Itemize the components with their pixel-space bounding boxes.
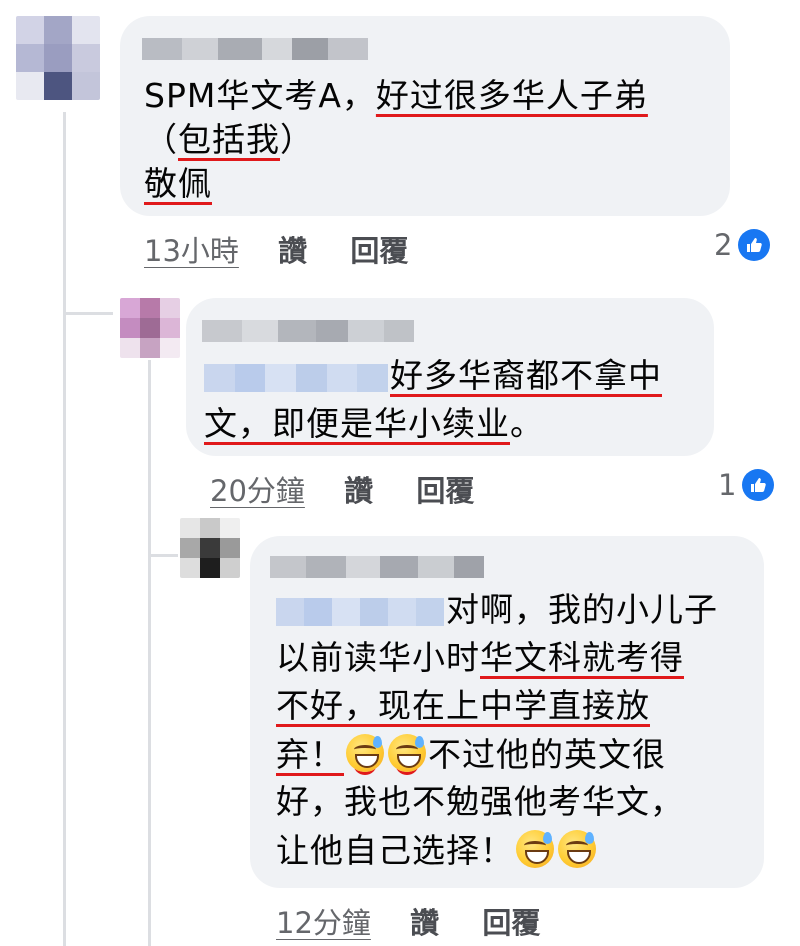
avatar[interactable] (16, 16, 100, 100)
underlined-text: 好多华裔都不拿中 (390, 356, 662, 395)
comment-text: 不过他的英文很 (428, 735, 666, 774)
comment-meta: 20分鐘 讚 回覆 (210, 468, 474, 510)
comment-text-line: 敬佩 (144, 164, 212, 204)
underlined-text: 不好，现在上中学直接放 (276, 686, 650, 725)
underlined-text: 华文科就考得 (480, 638, 684, 677)
thread-line-branch (63, 312, 113, 315)
author-name-blurred[interactable] (270, 556, 484, 578)
underlined-text: 包括我 (178, 120, 280, 159)
comment-text-line: 不好，现在上中学直接放 (276, 686, 650, 726)
author-name-blurred[interactable] (142, 38, 368, 60)
comment-time[interactable]: 13小時 (144, 234, 239, 268)
comment-bubble: 好多华裔都不拿中文，即便是华小续业。 (186, 298, 714, 456)
thumbs-up-icon (742, 469, 775, 501)
thread-line (148, 360, 151, 946)
grinning-face-with-sweat-icon (516, 830, 554, 868)
comment-meta: 12分鐘 讚 回覆 (276, 900, 540, 942)
reaction-count: 1 (718, 468, 737, 502)
reply-button[interactable]: 回覆 (482, 906, 540, 940)
underlined-text: 文，即便是华小续业 (204, 404, 510, 443)
thread-line (63, 112, 66, 946)
comment-text: SPM华文考A， (144, 76, 376, 115)
reply-button[interactable]: 回覆 (350, 234, 408, 268)
like-button[interactable]: 讚 (344, 474, 373, 508)
comment-text: 让他自己选择！ (276, 831, 514, 870)
underlined-text: 敬佩 (144, 164, 212, 203)
reaction-count: 2 (714, 228, 733, 262)
like-button[interactable]: 讚 (278, 234, 307, 268)
mention-blurred[interactable] (276, 592, 444, 632)
comment-meta: 13小時 讚 回覆 (144, 228, 408, 270)
comment-text: 好，我也不勉强他考华文， (276, 782, 684, 821)
comment-text: 以前读华小时 (276, 638, 480, 677)
grinning-face-with-sweat-icon (558, 830, 596, 868)
like-button[interactable]: 讚 (410, 906, 439, 940)
comment-text-line: 好，我也不勉强他考华文， (276, 782, 684, 822)
underlined-text: 好过很多华人子弟 (375, 76, 648, 115)
reply-button[interactable]: 回覆 (416, 474, 474, 508)
comment-text-line: SPM华文考A，好过很多华人子弟 (144, 76, 648, 116)
comment-time[interactable]: 12分鐘 (276, 906, 371, 940)
avatar[interactable] (180, 518, 240, 578)
comment-bubble: 对啊，我的小儿子 以前读华小时华文科就考得 不好，现在上中学直接放 弃！ 不过他的英文很… (250, 536, 764, 888)
comment-time[interactable]: 20分鐘 (210, 474, 305, 508)
grinning-face-with-sweat-icon (346, 734, 384, 772)
comment-text: 对啊，我的小儿子 (446, 590, 718, 629)
comment-text-line: 文，即便是华小续业。 (204, 404, 544, 444)
comment-text-line: 以前读华小时华文科就考得 (276, 638, 684, 678)
comment-text: （ (144, 120, 178, 159)
thumbs-up-icon (738, 229, 771, 261)
avatar[interactable] (120, 298, 180, 358)
underlined-text: 弃！ (276, 735, 344, 774)
comment-text: ） (280, 120, 314, 159)
comment-text: 。 (510, 404, 544, 443)
comment-text-line: 让他自己选择！ (276, 830, 598, 871)
reaction-summary[interactable]: 1 (718, 468, 775, 502)
comment-text-line: （包括我） (144, 120, 314, 160)
comment-text-line: 好多华裔都不拿中 (204, 356, 662, 398)
thread-line-branch (148, 554, 178, 557)
mention-blurred[interactable] (204, 358, 388, 398)
comment-text-line: 弃！ 不过他的英文很 (276, 734, 666, 775)
grinning-face-with-sweat-icon (388, 734, 426, 772)
comment-text-line: 对啊，我的小儿子 (276, 590, 718, 632)
comment-bubble: SPM华文考A，好过很多华人子弟 （包括我） 敬佩 (120, 16, 730, 216)
author-name-blurred[interactable] (202, 320, 414, 342)
reaction-summary[interactable]: 2 (714, 228, 771, 262)
